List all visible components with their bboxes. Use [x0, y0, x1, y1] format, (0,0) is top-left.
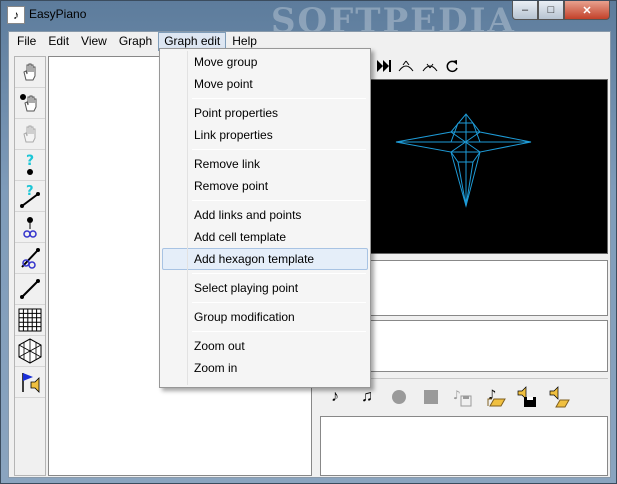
hand-disabled-icon[interactable]: [15, 119, 45, 150]
menu-edit[interactable]: Edit: [42, 32, 75, 51]
menu-item-select-playing-point[interactable]: Select playing point: [162, 277, 368, 299]
menu-item-zoom-in[interactable]: Zoom in: [162, 357, 368, 379]
menu-separator: [192, 331, 366, 332]
svg-text:?: ?: [26, 153, 34, 169]
speaker-open-icon[interactable]: [548, 385, 570, 408]
link-cut-icon[interactable]: [15, 243, 45, 274]
properties-panel: [370, 320, 608, 372]
menu-item-move-point[interactable]: Move point: [162, 73, 368, 95]
rotate-icon[interactable]: [445, 59, 459, 76]
notes-icon[interactable]: ♫: [356, 386, 378, 408]
menu-graph[interactable]: Graph: [113, 32, 158, 51]
left-toolbar: ? ?: [14, 56, 46, 476]
link-question-icon[interactable]: ?: [15, 181, 45, 212]
down-arc-icon[interactable]: [421, 59, 439, 76]
point-cut-icon[interactable]: [15, 212, 45, 243]
menu-item-remove-point[interactable]: Remove point: [162, 175, 368, 197]
output-panel: [320, 416, 608, 476]
info-panel: [370, 260, 608, 316]
menu-item-link-properties[interactable]: Link properties: [162, 124, 368, 146]
menu-item-remove-link[interactable]: Remove link: [162, 153, 368, 175]
point-question-icon[interactable]: ?: [15, 150, 45, 181]
menu-file[interactable]: File: [11, 32, 42, 51]
grid-icon[interactable]: [15, 305, 45, 336]
menu-item-zoom-out[interactable]: Zoom out: [162, 335, 368, 357]
title-bar[interactable]: ♪ EasyPiano SOFTPEDIA – □ ✕: [1, 1, 616, 41]
menu-separator: [192, 200, 366, 201]
menu-separator: [192, 273, 366, 274]
minimize-button[interactable]: –: [512, 1, 538, 20]
menu-item-add-links-and-points[interactable]: Add links and points: [162, 204, 368, 226]
note-icon[interactable]: ♪: [324, 386, 346, 408]
save-disabled-icon[interactable]: ♪: [452, 386, 474, 408]
play-icon[interactable]: [377, 59, 391, 75]
hexagon-grid-icon[interactable]: [15, 336, 45, 367]
menu-item-add-hexagon-template[interactable]: Add hexagon template: [162, 248, 368, 270]
maximize-button[interactable]: □: [538, 1, 564, 20]
flag-speaker-icon[interactable]: [15, 367, 45, 398]
stop-icon[interactable]: [420, 386, 442, 408]
hand-icon[interactable]: [15, 57, 45, 88]
menu-view[interactable]: View: [75, 32, 113, 51]
piano-icon: ♪: [7, 6, 25, 24]
menu-item-add-cell-template[interactable]: Add cell template: [162, 226, 368, 248]
graph-preview[interactable]: [370, 79, 608, 254]
preview-toolbar: [373, 56, 609, 78]
svg-text:?: ?: [26, 184, 34, 199]
record-icon[interactable]: [388, 386, 410, 408]
hand-point-icon[interactable]: [15, 88, 45, 119]
menu-separator: [192, 98, 366, 99]
svg-text:♪: ♪: [453, 388, 461, 402]
window-title: EasyPiano: [29, 7, 87, 21]
menu-separator: [192, 149, 366, 150]
open-music-icon[interactable]: ♪: [484, 386, 506, 408]
menu-item-group-modification[interactable]: Group modification: [162, 306, 368, 328]
line-icon[interactable]: [15, 274, 45, 305]
graph-edit-menu: Move group Move point Point properties L…: [159, 48, 371, 388]
close-button[interactable]: ✕: [564, 1, 610, 20]
speaker-save-icon[interactable]: [516, 385, 538, 408]
up-arc-icon[interactable]: [397, 59, 415, 76]
menu-separator: [192, 302, 366, 303]
menu-item-move-group[interactable]: Move group: [162, 51, 368, 73]
menu-item-point-properties[interactable]: Point properties: [162, 102, 368, 124]
